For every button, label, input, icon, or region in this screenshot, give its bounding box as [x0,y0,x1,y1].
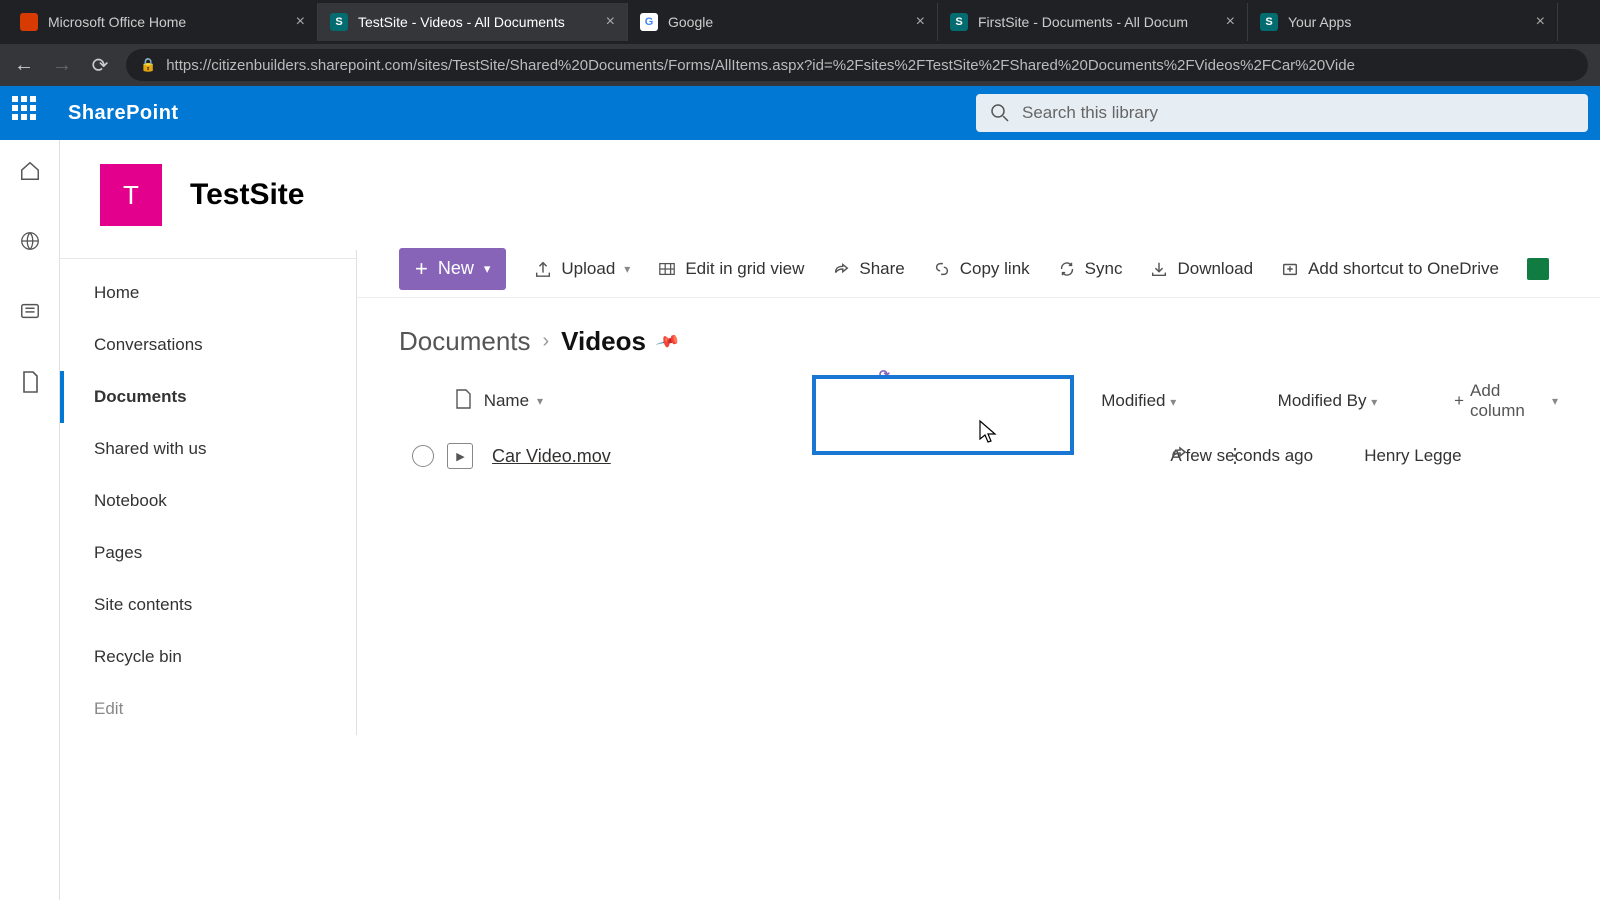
file-name-link[interactable]: Car Video.mov [492,446,611,467]
add-column-button[interactable]: + Add column ▾ [1454,381,1558,421]
close-icon[interactable]: × [296,13,305,31]
share-button[interactable]: Share [832,259,904,279]
tab-title: Google [668,14,908,30]
forward-button[interactable]: → [50,54,74,77]
browser-tab[interactable]: Microsoft Office Home × [8,3,318,41]
add-shortcut-button[interactable]: Add shortcut to OneDrive [1281,259,1499,279]
reload-button[interactable]: ⟳ [88,53,112,78]
command-bar: + New ▾ Upload ▾ Edit in grid view Share… [357,240,1600,298]
column-headers: Name ▾ Modified ▾ Modified By ▾ + Add co… [399,375,1558,427]
new-indicator-icon: ⟳ [879,367,890,383]
chevron-down-icon: ▾ [1371,395,1377,409]
file-row[interactable]: ▶ Car Video.mov A few seconds ago Henry … [399,427,1558,485]
breadcrumb-root[interactable]: Documents [399,326,531,357]
share-icon [832,260,850,278]
back-button[interactable]: ← [12,54,36,77]
app-rail [0,140,60,900]
search-box[interactable]: Search this library [976,94,1588,132]
main-content: + New ▾ Upload ▾ Edit in grid view Share… [357,140,1600,900]
app-launcher-icon[interactable] [12,96,46,130]
nav-documents[interactable]: Documents [60,371,356,423]
browser-tab-strip: Microsoft Office Home × S TestSite - Vid… [0,0,1600,44]
home-icon[interactable] [19,160,41,188]
search-icon [990,103,1010,123]
url-text: https://citizenbuilders.sharepoint.com/s… [166,57,1355,74]
sharepoint-icon: S [950,13,968,31]
chevron-down-icon: ▾ [1170,395,1176,409]
plus-icon: + [1454,391,1464,411]
files-icon[interactable] [20,370,40,400]
modified-by-value[interactable]: Henry Legge [1364,446,1558,466]
chevron-down-icon: ▾ [484,261,491,277]
excel-icon[interactable] [1527,258,1549,280]
file-list: Name ▾ Modified ▾ Modified By ▾ + Add co… [357,367,1600,493]
lock-icon: 🔒 [140,57,156,73]
new-button[interactable]: + New ▾ [399,248,506,290]
nav-notebook[interactable]: Notebook [60,475,356,527]
left-nav: Home Conversations Documents Shared with… [60,250,357,735]
tab-title: Your Apps [1288,14,1528,30]
more-actions-icon[interactable]: ⋮ [1225,443,1244,469]
nav-conversations[interactable]: Conversations [60,319,356,371]
grid-icon [658,260,676,278]
upload-button[interactable]: Upload ▾ [534,259,630,279]
pin-icon[interactable]: 📌 [654,328,681,355]
edit-grid-button[interactable]: Edit in grid view [658,259,804,279]
plus-icon: + [415,258,428,280]
suite-nav: SharePoint Search this library [0,86,1600,140]
nav-edit[interactable]: Edit [60,683,356,735]
address-bar[interactable]: 🔒 https://citizenbuilders.sharepoint.com… [126,49,1588,81]
browser-tab[interactable]: S Your Apps × [1248,3,1558,41]
video-file-icon: ▶ [447,443,473,469]
chevron-right-icon: › [543,330,550,353]
share-icon[interactable] [1169,443,1189,469]
globe-icon[interactable] [19,230,41,258]
name-column-header[interactable]: Name ▾ [484,391,828,411]
breadcrumb-current: Videos [561,326,646,357]
sharepoint-icon: S [1260,13,1278,31]
download-button[interactable]: Download [1150,259,1253,279]
upload-icon [534,260,552,278]
close-icon[interactable]: × [916,13,925,31]
site-logo[interactable]: T [100,164,162,226]
sharepoint-brand[interactable]: SharePoint [68,102,179,125]
chevron-down-icon: ▾ [624,262,630,276]
download-icon [1150,260,1168,278]
nav-home[interactable]: Home [60,267,356,319]
nav-site-contents[interactable]: Site contents [60,579,356,631]
browser-toolbar: ← → ⟳ 🔒 https://citizenbuilders.sharepoi… [0,44,1600,86]
nav-recycle-bin[interactable]: Recycle bin [60,631,356,683]
tab-title: FirstSite - Documents - All Docum [978,14,1218,30]
chevron-down-icon: ▾ [1552,394,1558,408]
file-type-column[interactable] [443,388,484,415]
search-placeholder: Search this library [1022,103,1158,123]
browser-tab[interactable]: S TestSite - Videos - All Documents × [318,3,628,41]
modified-column-header[interactable]: Modified ▾ [1101,391,1277,411]
browser-tab[interactable]: G Google × [628,3,938,41]
close-icon[interactable]: × [1226,13,1235,31]
sharepoint-icon: S [330,13,348,31]
modified-by-column-header[interactable]: Modified By ▾ [1278,391,1454,411]
chevron-down-icon: ▾ [537,394,543,408]
close-icon[interactable]: × [606,13,615,31]
link-icon [933,260,951,278]
google-icon: G [640,13,658,31]
office-icon [20,13,38,31]
sync-icon [1058,260,1076,278]
shortcut-icon [1281,260,1299,278]
copy-link-button[interactable]: Copy link [933,259,1030,279]
tab-title: Microsoft Office Home [48,14,288,30]
sync-button[interactable]: Sync [1058,259,1123,279]
news-icon[interactable] [19,300,41,328]
nav-shared[interactable]: Shared with us [60,423,356,475]
breadcrumb: Documents › Videos 📌 [357,298,1600,367]
site-title[interactable]: TestSite [190,178,304,212]
nav-pages[interactable]: Pages [60,527,356,579]
tab-title: TestSite - Videos - All Documents [358,14,598,30]
browser-tab[interactable]: S FirstSite - Documents - All Docum × [938,3,1248,41]
close-icon[interactable]: × [1536,13,1545,31]
select-checkbox[interactable] [412,445,434,467]
